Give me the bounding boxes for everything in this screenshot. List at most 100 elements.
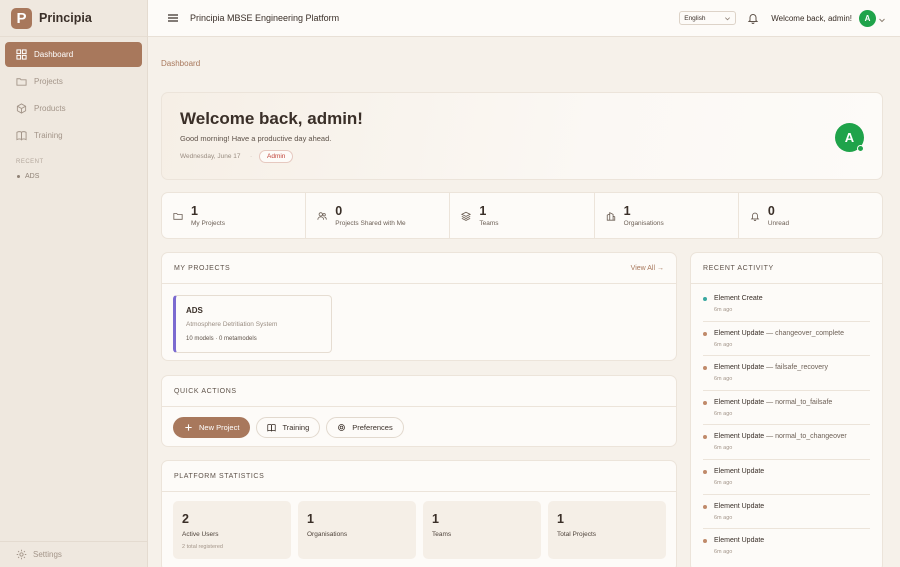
settings-label: Settings [33,550,62,559]
training-button[interactable]: Training [256,417,321,438]
summary-stats: 1 My Projects 0 Projects Shared with Me 1 T… [161,192,883,239]
activity-title: Element Update [714,468,764,475]
chevron-down-icon[interactable] [878,16,886,24]
platform-stat-organisations: 1 Organisations [298,501,416,559]
activity-title: Element Update [714,503,764,510]
activity-detail: — changeover_complete [764,329,844,337]
activity-item[interactable]: Element Update — normal_to_failsafe 6m a… [703,391,870,426]
breadcrumb[interactable]: Dashboard [161,59,200,68]
welcome-hero: Welcome back, admin! Good morning! Have … [161,92,883,180]
settings-link[interactable]: Settings [0,541,148,567]
activity-dot-icon [703,366,707,371]
platform-stat-value: 1 [557,512,564,526]
activity-action: Element Update [714,364,765,372]
sidebar-item-dashboard[interactable]: Dashboard [5,42,142,67]
bell-icon [750,212,760,221]
top-header: Principia MBSE Engineering Platform Engl… [148,0,900,37]
sidebar-item-label: Dashboard [34,50,74,59]
activity-dot-icon [703,469,707,474]
bullet-icon [17,175,20,178]
activity-title: Element Update — normal_to_changeover [714,433,847,440]
stat-unread[interactable]: 0 Unread [739,193,882,238]
brand-logo: P [11,7,32,29]
stat-shared-projects[interactable]: 0 Projects Shared with Me [306,193,451,238]
platform-stat-teams: 1 Teams [423,501,541,559]
hero-subtitle: Good morning! Have a productive day ahea… [180,134,332,143]
activity-item[interactable]: Element Update 6m ago [703,529,870,564]
sidebar-item-label: Projects [34,77,63,86]
brand-name: Principia [39,11,92,25]
activity-dot-icon [703,331,707,336]
activity-dot-icon [703,435,707,440]
section-title: MY PROJECTS [174,264,231,272]
sidebar-item-products[interactable]: Products [5,96,142,121]
sidebar: P Principia Dashboard Projects Products … [0,0,148,567]
activity-action: Element Update [714,467,765,475]
stat-label: My Projects [191,220,225,227]
activity-title: Element Update [714,537,764,544]
section-title: QUICK ACTIONS [174,387,237,395]
stat-label: Projects Shared with Me [335,220,406,227]
activity-item[interactable]: Element Update — changeover_complete 6m … [703,322,870,357]
box-icon [16,103,27,114]
avatar[interactable]: A [859,9,876,27]
platform-stat-active-users: 2 Active Users 2 total registered [173,501,291,559]
activity-time: 6m ago [714,410,733,417]
hero-title: Welcome back, admin! [180,109,363,128]
preferences-button[interactable]: Preferences [326,417,404,438]
section-header: RECENT ACTIVITY [691,253,882,284]
sidebar-nav: Dashboard Projects Products Training [0,37,147,148]
activity-time: 6m ago [714,307,733,313]
book-icon [16,131,27,141]
stat-teams[interactable]: 1 Teams [450,193,595,238]
stat-value: 1 [479,204,487,218]
online-status-dot [857,145,864,152]
project-meta: 10 models · 0 metamodels [186,336,257,342]
activity-item[interactable]: Element Update 6m ago [703,460,870,495]
stat-value: 0 [767,204,775,218]
stat-my-projects[interactable]: 1 My Projects [162,193,307,238]
activity-item[interactable]: Element Update — normal_to_changeover 6m… [703,425,870,460]
platform-stat-value: 1 [432,512,439,526]
activity-dot-icon [703,400,707,405]
sidebar-item-projects[interactable]: Projects [5,69,142,94]
platform-stat-label: Active Users [182,531,219,538]
activity-action: Element Update [714,329,765,337]
activity-detail: — normal_to_changeover [764,433,847,441]
stat-label: Organisations [623,220,664,227]
stat-organisations[interactable]: 1 Organisations [595,193,739,238]
recent-label: RECENT [16,159,44,165]
my-projects-panel: MY PROJECTS View All → ADS Atmosphere De… [161,252,677,361]
recent-item-ads[interactable]: ADS [0,165,147,180]
quick-actions-buttons: New Project Training Preferences [173,417,410,438]
activity-item[interactable]: Element Update — failsafe_recovery 6m ag… [703,356,870,391]
activity-action: Element Update [714,433,765,441]
platform-statistics-panel: PLATFORM STATISTICS 2 Active Users 2 tot… [161,460,677,567]
activity-item[interactable]: Element Create 6m ago [703,287,870,322]
activity-detail: — normal_to_failsafe [764,398,833,406]
hero-date: Wednesday, June 17 [180,153,241,160]
folder-icon [173,212,183,220]
users-icon [317,211,327,220]
project-card-ads[interactable]: ADS Atmosphere Detritiation System 10 mo… [173,295,332,353]
project-description: Atmosphere Detritiation System [186,321,278,328]
main-content: Dashboard Welcome back, admin! Good morn… [148,37,900,567]
language-select[interactable]: English [679,11,737,25]
hamburger-menu-icon[interactable] [166,11,180,25]
sidebar-item-training[interactable]: Training [5,123,142,148]
chevron-down-icon [725,17,731,21]
recent-item-label: ADS [25,173,40,180]
button-label: New Project [199,423,240,432]
activity-item[interactable]: Element Update 6m ago [703,495,870,530]
platform-stat-total-projects: 1 Total Projects [548,501,666,559]
platform-stat-value: 2 [182,512,189,526]
folder-icon [16,78,27,86]
new-project-button[interactable]: New Project [173,417,251,438]
activity-title: Element Update — changeover_complete [714,330,844,337]
platform-stat-sub: 2 total registered [182,544,223,550]
view-all-link[interactable]: View All → [631,265,664,272]
activity-time: 6m ago [714,445,733,452]
activity-time: 6m ago [714,479,733,486]
brand[interactable]: P Principia [0,0,147,37]
bell-icon[interactable] [747,12,759,24]
